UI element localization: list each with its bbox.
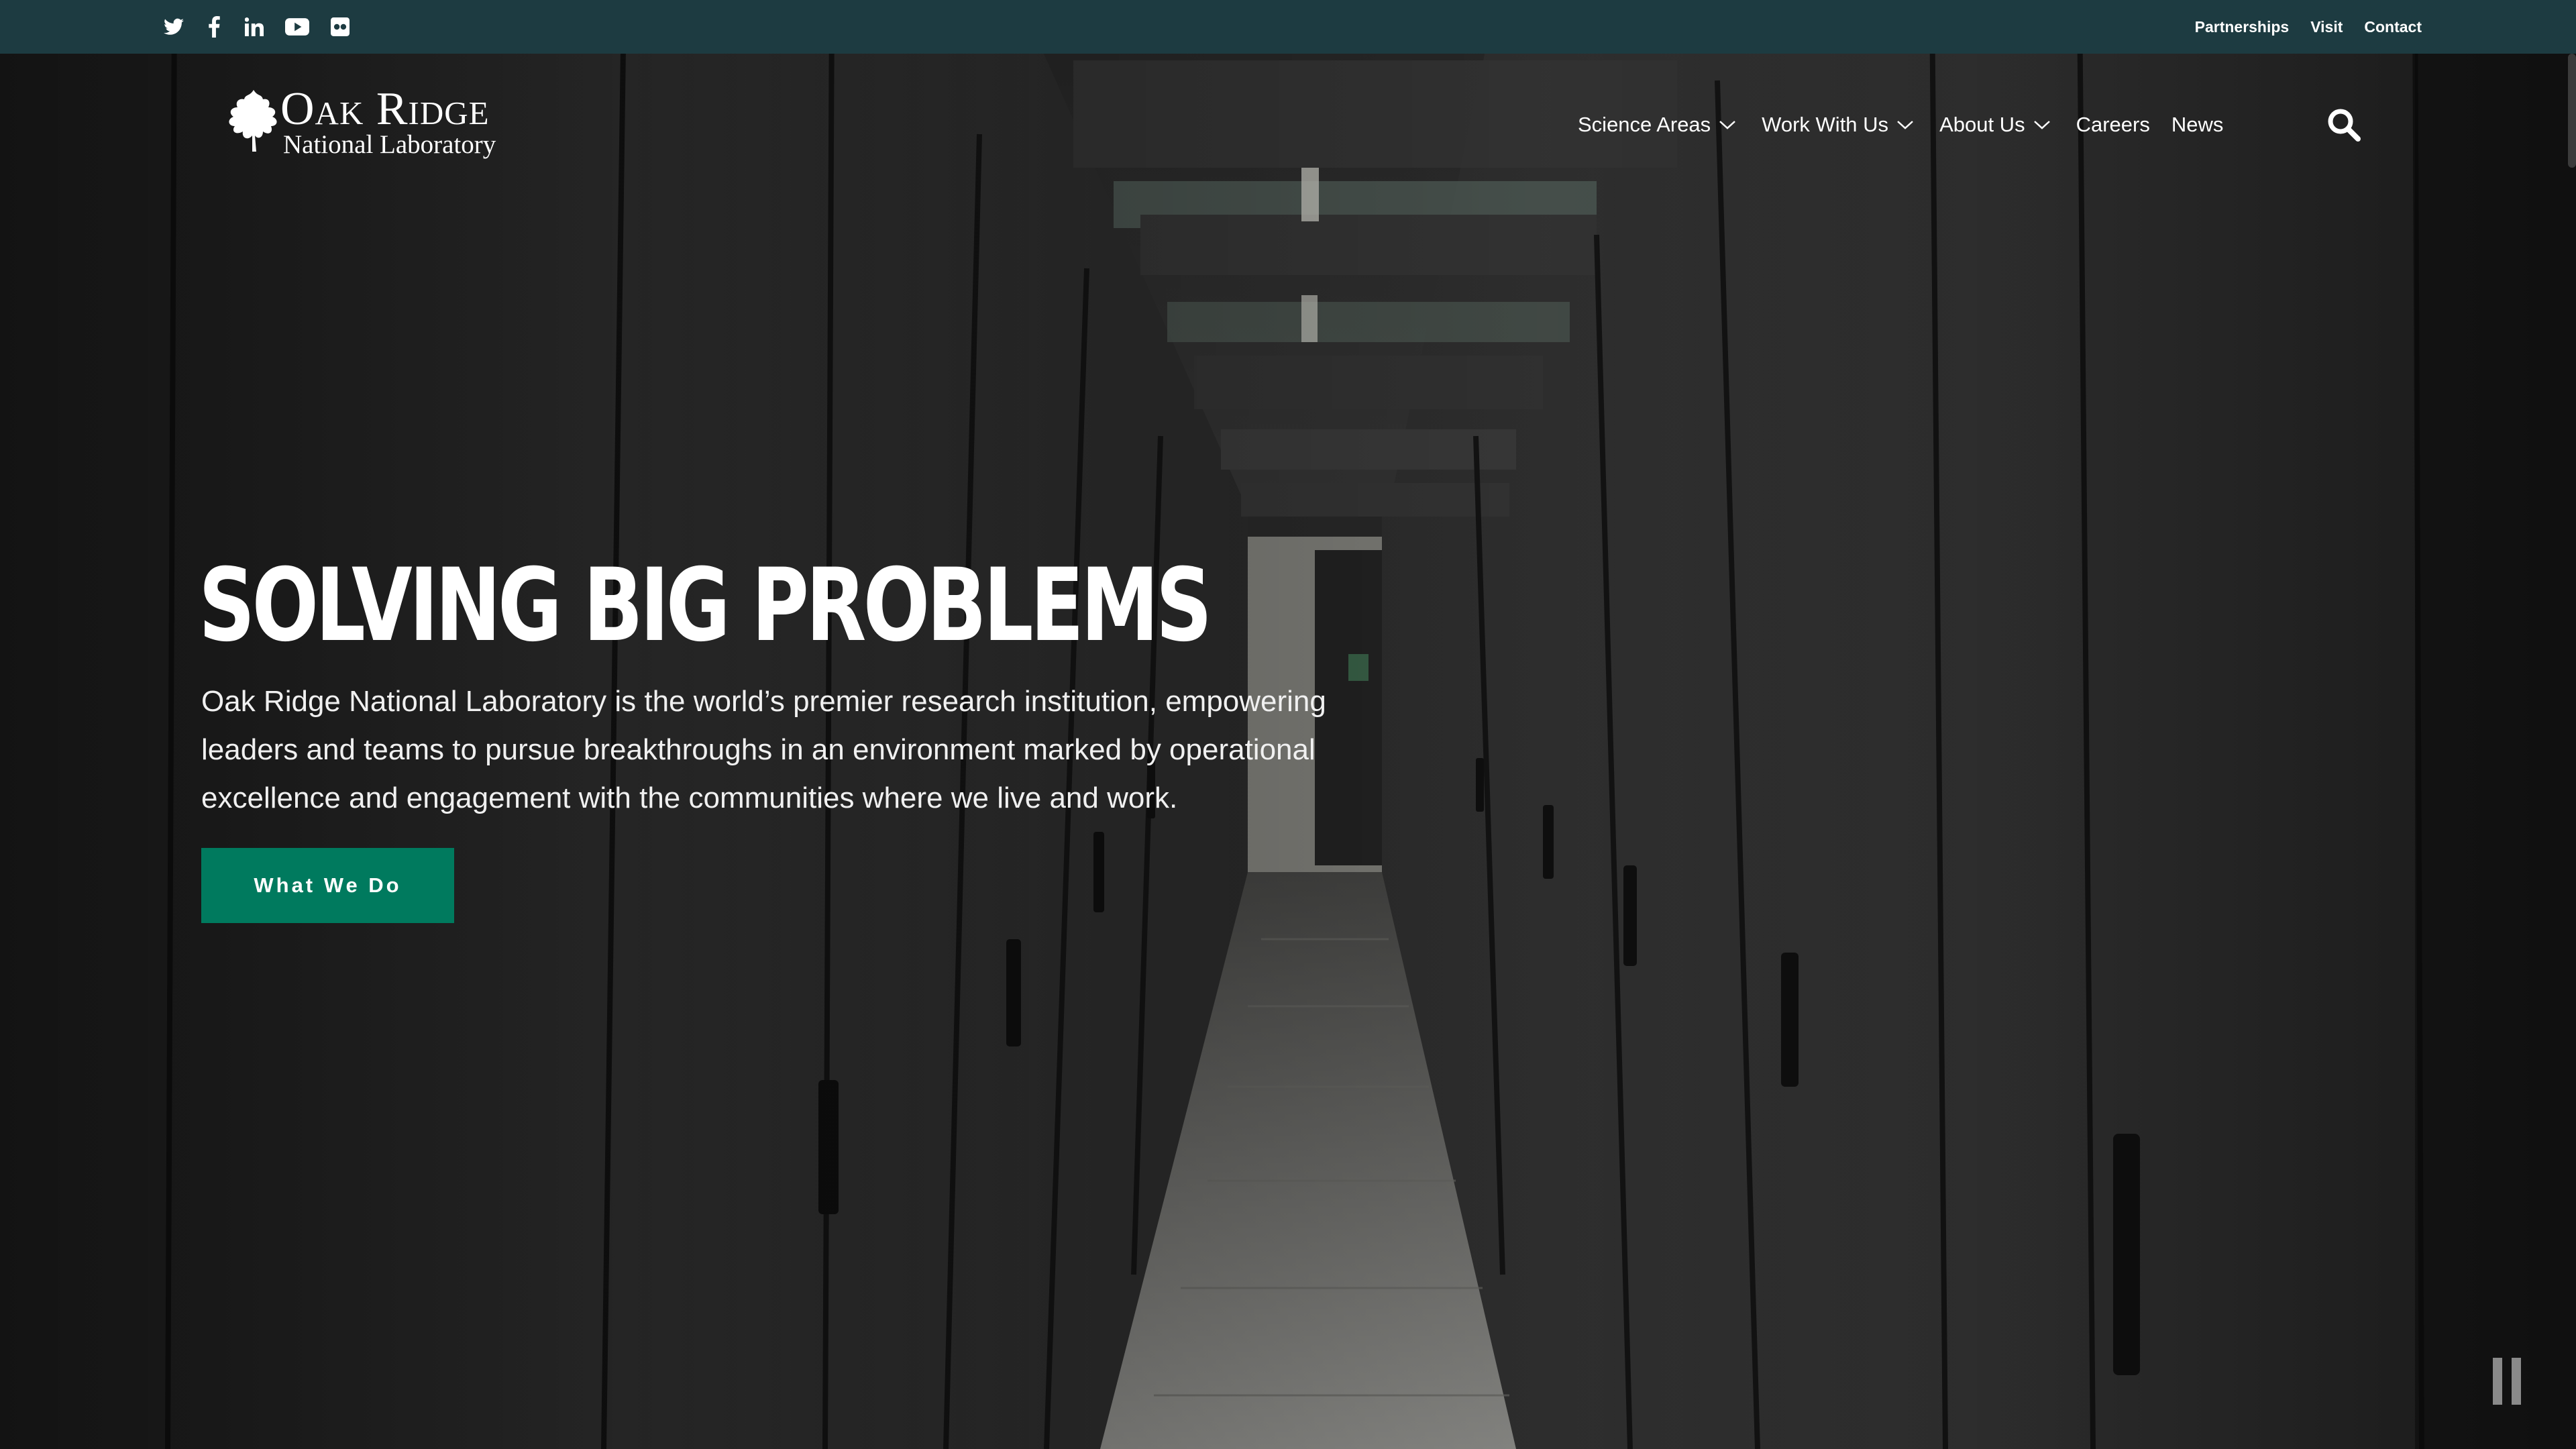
youtube-icon[interactable] xyxy=(284,15,310,38)
nav-science-areas[interactable]: Science Areas xyxy=(1578,113,1736,137)
pause-video-button[interactable] xyxy=(2493,1358,2522,1405)
contact-link[interactable]: Contact xyxy=(2364,18,2422,36)
search-button[interactable] xyxy=(2325,106,2363,144)
oak-leaf-icon xyxy=(229,90,277,152)
nav-about-us-label: About Us xyxy=(1939,113,2025,136)
social-links xyxy=(164,15,350,39)
nav-about-us[interactable]: About Us xyxy=(1939,113,2051,137)
nav-science-areas-label: Science Areas xyxy=(1578,113,1711,136)
hero-title: SOLVING BIG PROBLEMS xyxy=(199,547,1212,664)
facebook-icon[interactable] xyxy=(204,15,224,38)
what-we-do-button[interactable]: What We Do xyxy=(201,848,454,923)
chevron-down-icon xyxy=(1897,121,1913,129)
ornl-logo[interactable]: Oak Ridge National Laboratory xyxy=(227,86,535,163)
hero-description: Oak Ridge National Laboratory is the wor… xyxy=(201,685,1326,814)
nav-news[interactable]: News xyxy=(2171,113,2224,137)
page: Partnerships Visit Contact Oak Ridge Nat… xyxy=(0,0,2576,1449)
utility-links: Partnerships Visit Contact xyxy=(2195,0,2422,54)
pause-icon-bar xyxy=(2512,1358,2521,1405)
twitter-icon[interactable] xyxy=(164,15,184,38)
main-nav: Science Areas Work With Us About Us Care… xyxy=(1578,105,2245,145)
nav-careers[interactable]: Careers xyxy=(2076,113,2150,137)
nav-work-with-us-label: Work With Us xyxy=(1762,113,1889,136)
chevron-down-icon xyxy=(1719,121,1736,129)
partnerships-link[interactable]: Partnerships xyxy=(2195,18,2290,36)
nav-work-with-us[interactable]: Work With Us xyxy=(1762,113,1914,137)
chevron-down-icon xyxy=(2033,121,2050,129)
pause-icon xyxy=(2493,1358,2502,1405)
linkedin-icon[interactable] xyxy=(244,15,264,38)
scrollbar[interactable] xyxy=(2568,54,2576,168)
visit-link[interactable]: Visit xyxy=(2310,18,2343,36)
logo-subtitle: National Laboratory xyxy=(283,130,496,159)
search-icon xyxy=(2328,109,2361,142)
logo-title: Oak Ridge xyxy=(280,83,490,135)
flickr-icon[interactable] xyxy=(330,15,350,38)
utility-bar: Partnerships Visit Contact xyxy=(0,0,2576,54)
